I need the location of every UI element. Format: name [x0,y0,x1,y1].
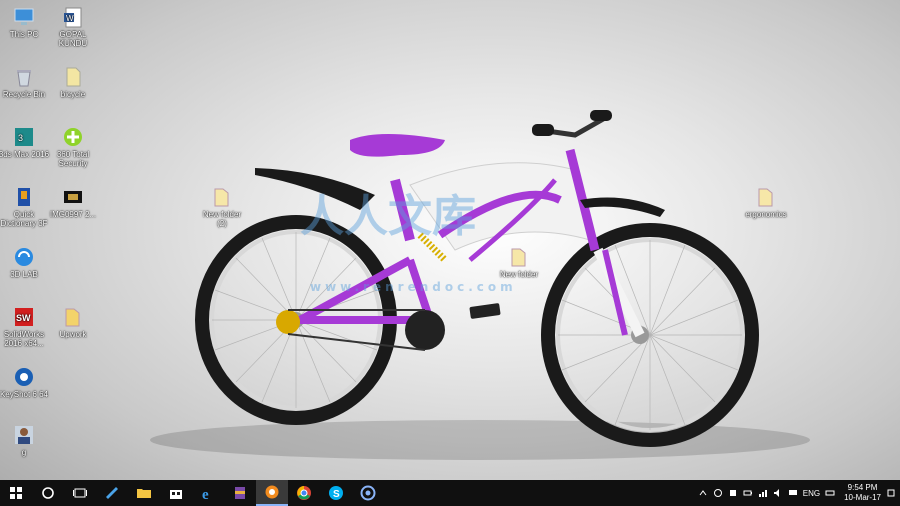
folder-icon [511,248,526,267]
winrar-button[interactable] [224,480,256,506]
cortana-search-button[interactable] [32,480,64,506]
3ds-max-icon: 3 [15,128,33,146]
icon-label: bicycle [60,90,86,99]
icon-label: Upwork [59,330,87,339]
svg-text:W: W [66,14,74,23]
keyshot-icon [15,368,33,386]
chainring [405,310,445,350]
svg-text:SW: SW [16,313,31,323]
winrar-icon [235,487,245,499]
task-view-icon [73,488,87,498]
start-button-icon [10,487,22,499]
message-icon[interactable] [788,488,798,498]
desktop-icon-total-security[interactable]: 360 Total Security [43,126,103,168]
store-icon [170,490,182,499]
desktop-icon-photo[interactable]: g [0,424,54,457]
desktop-icon-keyshot[interactable]: KeyShot 6 64 [0,366,54,399]
desktop-icon-bicycle[interactable]: bicycle [43,66,103,99]
icon-label: IMG0997 2... [49,210,97,219]
desktop-icon-3d-lab[interactable]: 3D LAB [0,246,54,279]
skype-icon: S [329,486,343,500]
store-button[interactable] [160,480,192,506]
pen-app-button[interactable] [96,480,128,506]
recycle-bin-icon [17,70,31,87]
keyboard-icon[interactable] [825,488,835,498]
icon-label: New folder [499,270,539,279]
icon-label: 3D LAB [10,270,38,279]
desktop-icon-img-file[interactable]: IMG0997 2... [43,186,103,219]
network-icon[interactable] [758,488,768,498]
chevron-up-icon[interactable] [698,488,708,498]
task-view-button[interactable] [64,480,96,506]
uc-browser-button[interactable] [256,480,288,506]
clock[interactable]: 9:54 PM 10-Mar-17 [844,483,881,503]
icon-label: 360 Total Security [56,150,90,168]
clock-date: 10-Mar-17 [844,493,881,502]
svg-text:3: 3 [18,133,23,143]
icon-label: KeyShot 6 64 [0,390,49,399]
bicycle-wallpaper [150,110,810,460]
chrome-button[interactable] [288,480,320,506]
pen-app-icon [106,487,118,499]
solidworks-icon: SW [15,308,33,326]
app-tray-icon[interactable] [713,488,723,498]
skype-button[interactable]: S [320,480,352,506]
keyshot-taskbar-icon [360,485,376,501]
bike-seat [350,134,445,157]
cortana-search-icon [42,487,54,499]
icon-label: GOPAL KUNDU [58,30,88,48]
person-photo-icon [15,426,33,444]
image-file-icon [64,191,82,203]
uc-browser-icon [265,485,279,499]
file-icon [66,67,81,87]
folder-icon [758,188,773,207]
edge-browser-icon: e [202,487,209,501]
desktop-icon-gopal-kundu[interactable]: W GOPAL KUNDU [43,6,103,48]
security-tray-icon[interactable] [728,488,738,498]
dictionary-icon [18,188,30,206]
refresh-app-icon [15,248,33,266]
word-document-icon: W [64,7,82,28]
rear-fender [255,168,375,210]
desktop-icon-new-folder-2[interactable]: New folder (2) [192,186,252,228]
taskbar: e S ENG 9:54 PM 10-Mar-17 [0,480,900,506]
battery-icon[interactable] [743,488,753,498]
start-button[interactable] [0,480,32,506]
desktop-icon-new-folder[interactable]: New folder [489,246,549,279]
folder-icon [214,188,229,207]
computer-icon [14,8,34,25]
icon-label: g [21,448,27,457]
desktop-icon-upwork[interactable]: Upwork [43,306,103,339]
security-shield-icon [64,128,82,146]
front-wheel [541,223,759,447]
notification-center-icon[interactable] [886,488,896,498]
keyshot-taskbar-button[interactable] [352,480,384,506]
language-indicator[interactable]: ENG [803,489,820,498]
chrome-icon [297,486,311,500]
svg-text:e: e [202,487,209,501]
file-explorer-button[interactable] [128,480,160,506]
file-explorer-icon [137,489,151,498]
volume-icon[interactable] [773,488,783,498]
folder-icon [65,308,80,327]
icon-label: New folder (2) [202,210,242,228]
system-tray: ENG 9:54 PM 10-Mar-17 [698,480,896,506]
desktop-icon-ergonomics[interactable]: ergonomics [736,186,796,219]
svg-text:S: S [333,489,340,500]
clock-time: 9:54 PM [847,483,878,492]
icon-label: ergonomics [745,210,787,219]
edge-browser-button[interactable]: e [192,480,224,506]
